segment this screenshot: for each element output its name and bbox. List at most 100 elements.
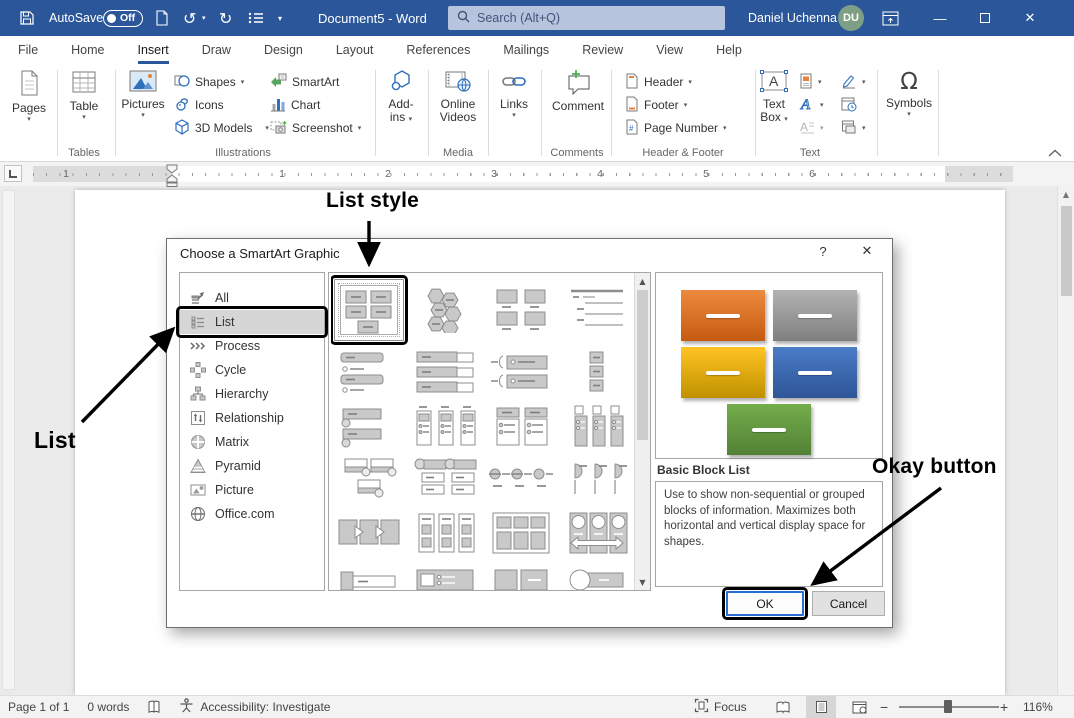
smartart-layout-circle-row[interactable] (483, 453, 559, 505)
quick-access-menu-icon[interactable] (248, 0, 264, 36)
tab-layout[interactable]: Layout (336, 36, 374, 64)
category-all[interactable]: All (180, 286, 324, 310)
shapes-button[interactable]: Shapes▾ (174, 72, 244, 92)
online-videos-button[interactable]: OnlineVideos (434, 69, 482, 155)
tab-references[interactable]: References (406, 36, 470, 64)
smartart-layout-v-pic[interactable] (559, 399, 634, 453)
smartart-layout-v-box[interactable] (407, 345, 483, 399)
word-count[interactable]: 0 words (87, 700, 129, 714)
page-indic[interactable]: Page 1 of 1 (8, 700, 69, 714)
category-cycle[interactable]: Cycle (180, 358, 324, 382)
tab-home[interactable]: Home (71, 36, 104, 64)
tab-mailings[interactable]: Mailings (503, 36, 549, 64)
ribbon-display-icon[interactable] (882, 0, 899, 36)
vertical-scrollbar[interactable]: ▲ (1057, 186, 1074, 695)
scroll-down-icon[interactable]: ▼ (635, 574, 650, 590)
collapse-ribbon-icon[interactable] (1048, 146, 1062, 160)
proofing-icon[interactable] (147, 700, 161, 715)
tab-design[interactable]: Design (264, 36, 303, 64)
zoom-slider-handle[interactable] (944, 700, 952, 713)
autosave-toggle[interactable]: Off (103, 0, 143, 36)
avatar[interactable]: DU (838, 0, 864, 36)
comment-button[interactable]: Comment (550, 69, 606, 155)
tab-review[interactable]: Review (582, 36, 623, 64)
web-layout-button[interactable] (844, 696, 874, 718)
gallery-scrollbar[interactable]: ▲ ▼ (634, 273, 650, 590)
scrollbar-thumb[interactable] (1061, 206, 1072, 296)
read-mode-button[interactable] (768, 696, 798, 718)
text-box-button[interactable]: A TextBox ▾ (753, 69, 795, 155)
tab-view[interactable]: View (656, 36, 683, 64)
category-pyramid[interactable]: Pyramid (180, 454, 324, 478)
maximize-button[interactable] (970, 0, 1000, 36)
smartart-layout-h-bullet[interactable] (483, 345, 559, 399)
smartart-layout-circle-arrow[interactable] (559, 505, 634, 561)
smartart-layout-pic-two[interactable] (407, 453, 483, 505)
smartart-layout-col-boxes[interactable] (407, 505, 483, 561)
smartart-layout-hexagons[interactable] (407, 275, 483, 345)
icons-button[interactable]: Icons (174, 95, 224, 115)
pages-button[interactable]: Pages ▾ (8, 69, 50, 155)
smartart-layout-block-list[interactable] (331, 275, 407, 345)
selected-smartart-layout[interactable] (334, 279, 404, 341)
header-button[interactable]: Header▾ (625, 72, 692, 92)
wordart-button[interactable]: A▾ (799, 95, 824, 115)
add-ins-button[interactable]: Add-ins ▾ (380, 69, 422, 155)
dialog-close-button[interactable]: ✕ (853, 244, 881, 259)
tab-draw[interactable]: Draw (202, 36, 231, 64)
smartart-button[interactable]: SmartArt (270, 72, 339, 92)
category-list[interactable]: List (180, 310, 324, 334)
chart-button[interactable]: Chart (270, 95, 320, 115)
ruler[interactable]: 1123456 (33, 166, 1013, 182)
new-document-icon[interactable] (155, 0, 169, 36)
table-button[interactable]: Table ▾ (63, 69, 105, 155)
focus-button[interactable]: Focus (694, 696, 747, 718)
scroll-up-icon[interactable]: ▲ (635, 273, 650, 289)
scroll-up-icon[interactable]: ▲ (1058, 186, 1074, 199)
cancel-button[interactable]: Cancel (812, 591, 885, 616)
symbols-button[interactable]: Ω Symbols ▾ (886, 69, 932, 155)
ok-button[interactable]: OK (726, 591, 804, 616)
close-button[interactable]: ✕ (1015, 0, 1045, 36)
category-office-com[interactable]: Office.com (180, 502, 324, 526)
screenshot-button[interactable]: Screenshot▾ (270, 118, 361, 138)
search-bar[interactable] (448, 6, 725, 30)
smartart-layout-small-line[interactable] (331, 561, 407, 590)
smartart-layout-stacked[interactable] (483, 399, 559, 453)
smartart-layout-half-round[interactable] (559, 453, 634, 505)
tab-file[interactable]: File (18, 36, 38, 64)
dialog-help-button[interactable]: ? (811, 244, 835, 259)
pictures-button[interactable]: Pictures ▾ (120, 69, 166, 155)
gallery-scroll-thumb[interactable] (637, 290, 648, 440)
object-button[interactable]: ▾ (841, 118, 866, 138)
drop-cap-button[interactable]: A▾ (799, 118, 824, 138)
footer-button[interactable]: Footer▾ (625, 95, 687, 115)
undo-icon[interactable]: ↺ (183, 0, 196, 36)
smartart-layout-two-box[interactable] (483, 561, 559, 590)
zoom-level[interactable]: 116% (1023, 696, 1053, 718)
tab-selector[interactable] (4, 165, 22, 182)
category-hierarchy[interactable]: Hierarchy (180, 382, 324, 406)
smartart-layout-circle-box[interactable] (559, 561, 634, 590)
zoom-in-button[interactable]: + (1000, 696, 1008, 718)
smartart-layout-table-list[interactable] (483, 505, 559, 561)
redo-icon[interactable]: ↻ (219, 0, 232, 36)
smartart-layout-detail-box[interactable] (407, 561, 483, 590)
3d-models-button[interactable]: 3D Models ▾ (174, 118, 269, 138)
save-icon[interactable] (19, 0, 35, 36)
category-picture[interactable]: Picture (180, 478, 324, 502)
smartart-layout-square-accent[interactable] (559, 345, 634, 399)
smartart-layout-pic-corner[interactable] (331, 453, 407, 505)
print-layout-button[interactable] (806, 696, 836, 718)
tab-help[interactable]: Help (716, 36, 742, 64)
zoom-out-button[interactable]: − (880, 696, 888, 718)
accessibility-status[interactable]: Accessibility: Investigate (179, 698, 330, 716)
user-name[interactable]: Daniel Uchenna (748, 0, 837, 36)
links-button[interactable]: Links ▾ (494, 69, 534, 155)
smartart-layout-pic-accent[interactable] (331, 399, 407, 453)
page-number-button[interactable]: # Page Number▾ (625, 118, 727, 138)
quick-parts-button[interactable]: ▾ (799, 72, 822, 92)
category-process[interactable]: Process (180, 334, 324, 358)
smartart-layout-tab-list[interactable] (407, 399, 483, 453)
minimize-button[interactable]: — (925, 0, 955, 36)
